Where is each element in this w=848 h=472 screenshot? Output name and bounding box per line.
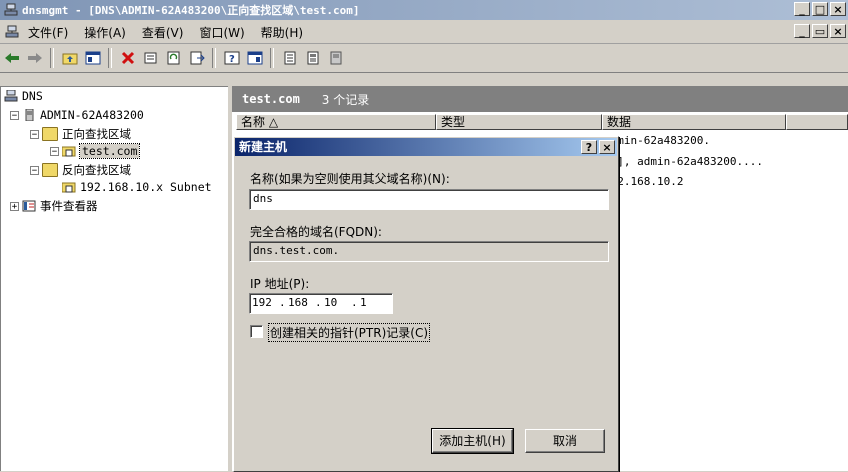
tree-label-event-viewer: 事件查看器	[40, 199, 98, 213]
column-header-data[interactable]: 数据	[602, 114, 786, 130]
tree-label-dns: DNS	[22, 89, 43, 103]
fqdn-field: dns.test.com.	[249, 241, 609, 262]
title-bar: dnsmgmt - [DNS\ADMIN-62A483200\正向查找区域\te…	[0, 0, 848, 20]
folder-icon	[42, 163, 58, 177]
refresh-icon[interactable]	[163, 47, 185, 69]
tree-node-test-com[interactable]: − test.com	[50, 143, 141, 159]
toolbar-separator	[212, 48, 216, 68]
tree-label-reverse-zones: 反向查找区域	[62, 163, 131, 177]
new-host-dialog: 新建主机 ? × 名称(如果为空则使用其父域名称)(N): dns 完全合格的域…	[233, 136, 619, 472]
list-view-icon[interactable]	[279, 47, 301, 69]
properties-icon[interactable]	[140, 47, 162, 69]
zone-icon	[61, 181, 76, 193]
name-label: 名称(如果为空则使用其父域名称)(N):	[250, 172, 450, 186]
tree-label-reverse-subnet: 192.168.10.x Subnet	[80, 180, 212, 194]
back-icon[interactable]	[1, 47, 23, 69]
column-header-spacer	[786, 114, 848, 130]
tree-node-server[interactable]: − ADMIN-62A483200	[10, 108, 144, 122]
dialog-close-button[interactable]: ×	[599, 140, 615, 154]
folder-icon	[42, 127, 58, 141]
console-tree[interactable]: DNS − ADMIN-62A483200 − 正向查找区域 − test.co…	[0, 86, 230, 471]
svg-text:?: ?	[229, 54, 235, 65]
menu-window[interactable]: 窗口(W)	[191, 24, 252, 41]
help-icon[interactable]: ?	[221, 47, 243, 69]
expand-icon[interactable]: +	[10, 201, 19, 211]
tree-node-forward-zones[interactable]: − 正向查找区域	[30, 126, 131, 142]
ptr-label[interactable]: 创建相关的指针(PTR)记录(C)	[267, 323, 431, 342]
record-data[interactable]: [1], admin-62a483200....	[604, 155, 763, 168]
ip-dot: .	[351, 296, 358, 309]
mdi-close-button[interactable]: ×	[830, 24, 846, 38]
toolbar-separator	[50, 48, 54, 68]
ip-label: IP 地址(P):	[250, 277, 310, 291]
ip-octet-3[interactable]: 10	[324, 294, 337, 312]
window-title: dnsmgmt - [DNS\ADMIN-62A483200\正向查找区域\te…	[22, 4, 360, 17]
server-icon	[22, 108, 36, 122]
dns-app-icon	[4, 3, 18, 17]
toolbar-separator	[270, 48, 274, 68]
tree-node-dns[interactable]: DNS	[4, 89, 43, 103]
menu-help[interactable]: 帮助(H)	[253, 24, 311, 41]
dialog-help-button[interactable]: ?	[581, 140, 597, 154]
tree-node-event-viewer[interactable]: + 事件查看器	[10, 198, 98, 214]
ip-octet-4[interactable]: 1	[360, 294, 367, 312]
show-hide-tree-icon[interactable]	[82, 47, 104, 69]
dialog-title: 新建主机	[235, 138, 617, 156]
ip-octet-2[interactable]: 168	[288, 294, 308, 312]
event-viewer-icon	[22, 200, 36, 212]
ip-dot: .	[315, 296, 322, 309]
cancel-button[interactable]: 取消	[525, 429, 605, 453]
up-folder-icon[interactable]	[59, 47, 81, 69]
delete-icon[interactable]	[117, 47, 139, 69]
host-name-input[interactable]: dns	[249, 189, 609, 210]
maximize-button[interactable]: □	[812, 2, 828, 16]
add-host-button[interactable]: 添加主机(H)	[431, 428, 514, 454]
menu-action[interactable]: 操作(A)	[76, 24, 134, 41]
dns-console-icon[interactable]	[4, 25, 20, 39]
close-button[interactable]: ×	[830, 2, 846, 16]
dns-icon	[4, 89, 18, 102]
results-header: test.com 3 个记录	[232, 86, 848, 112]
ip-octet-1[interactable]: 192	[252, 294, 272, 312]
results-zone-name: test.com	[242, 92, 300, 106]
record-data[interactable]: admin-62a483200.	[604, 134, 710, 147]
fqdn-label: 完全合格的域名(FQDN):	[250, 225, 382, 239]
tree-node-reverse-subnet[interactable]: 192.168.10.x Subnet	[61, 180, 212, 194]
create-ptr-checkbox[interactable]	[250, 325, 263, 338]
tree-node-reverse-zones[interactable]: − 反向查找区域	[30, 162, 131, 178]
console-icon[interactable]	[244, 47, 266, 69]
ip-dot: .	[279, 296, 286, 309]
collapse-icon[interactable]: −	[30, 165, 39, 175]
zone-icon	[61, 145, 76, 157]
forward-icon[interactable]	[24, 47, 46, 69]
tree-label-server: ADMIN-62A483200	[40, 108, 144, 122]
tree-label-test-com: test.com	[78, 143, 141, 159]
mdi-restore-button[interactable]: ▭	[812, 24, 828, 38]
menu-bar: 文件(F) 操作(A) 查看(V) 窗口(W) 帮助(H) _ ▭ ×	[0, 21, 848, 44]
record-count: 3 个记录	[321, 92, 370, 107]
toolbar: ?	[0, 44, 848, 73]
minimize-button[interactable]: _	[794, 2, 810, 16]
mdi-minimize-button[interactable]: _	[794, 24, 810, 38]
toolbar-separator	[108, 48, 112, 68]
column-header-name[interactable]: 名称 △	[236, 114, 436, 130]
menu-file[interactable]: 文件(F)	[20, 24, 76, 41]
detail-view-icon[interactable]	[302, 47, 324, 69]
column-header-type[interactable]: 类型	[436, 114, 602, 130]
tree-label-forward-zones: 正向查找区域	[62, 127, 131, 141]
server-icon[interactable]	[325, 47, 347, 69]
collapse-icon[interactable]: −	[30, 129, 39, 139]
collapse-icon[interactable]: −	[50, 146, 59, 156]
menu-view[interactable]: 查看(V)	[134, 24, 192, 41]
export-icon[interactable]	[186, 47, 208, 69]
collapse-icon[interactable]: −	[10, 110, 19, 120]
ip-address-input[interactable]: 192 . 168 . 10 . 1	[249, 293, 393, 314]
